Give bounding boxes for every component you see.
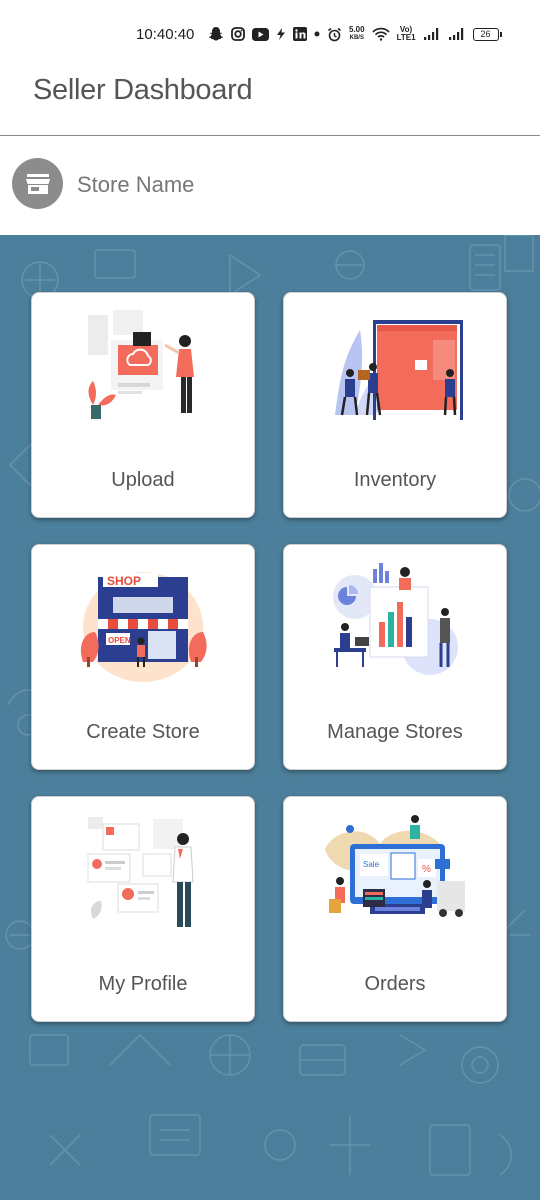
inventory-tile[interactable]: Inventory (283, 292, 507, 518)
profile-illustration (87, 817, 194, 927)
dashboard-grid: Upload Inventory SHOP OPEN Create Store … (0, 235, 540, 1200)
create-store-tile[interactable]: SHOP OPEN Create Store (31, 544, 255, 770)
open-sign-text: OPEN (108, 636, 131, 645)
wifi-icon (371, 27, 390, 41)
status-bar: 10:40:40 5.00 KB/S Vo) LTE1 26 (0, 0, 540, 60)
orders-illustration: Sale % (325, 815, 465, 917)
upload-illustration (88, 310, 194, 419)
shop-sign-text: SHOP (107, 574, 141, 588)
signal-icon (448, 28, 463, 40)
my-profile-tile[interactable]: My Profile (31, 796, 255, 1022)
orders-tile[interactable]: Sale % Orders (283, 796, 507, 1022)
upload-tile[interactable]: Upload (31, 292, 255, 518)
youtube-icon (252, 27, 269, 41)
store-header[interactable]: Store Name (0, 136, 540, 235)
alarm-icon (328, 27, 341, 41)
dot-icon (314, 31, 320, 37)
net-speed-value: 5.00 (349, 25, 365, 34)
create-store-label: Create Store (86, 721, 200, 743)
sale-tag-text: Sale (363, 860, 380, 869)
volte-bottom: LTE1 (396, 33, 416, 42)
analytics-illustration (333, 563, 458, 675)
snapchat-icon (209, 27, 223, 41)
bolt-icon (277, 28, 285, 40)
linkedin-icon (293, 27, 307, 41)
my-profile-label: My Profile (98, 973, 188, 995)
net-speed: 5.00 KB/S (349, 26, 365, 42)
instagram-icon (231, 27, 245, 41)
inventory-illustration (335, 320, 463, 420)
status-icons: 5.00 KB/S Vo) LTE1 26 (208, 24, 502, 44)
store-name: Store Name (77, 172, 195, 197)
avatar[interactable] (12, 158, 63, 209)
status-time: 10:40:40 (136, 26, 195, 43)
volte-indicator: Vo) LTE1 (397, 26, 416, 42)
storefront-icon (25, 173, 50, 194)
manage-stores-tile[interactable]: Manage Stores (283, 544, 507, 770)
orders-label: Orders (364, 973, 426, 995)
shop-illustration: SHOP OPEN (80, 572, 207, 682)
manage-stores-label: Manage Stores (327, 721, 463, 743)
battery-icon: 26 (472, 27, 502, 41)
app-bar: Seller Dashboard (0, 60, 540, 136)
net-speed-unit: KB/S (349, 35, 364, 41)
upload-label: Upload (111, 469, 175, 491)
percent-text: % (422, 864, 431, 875)
inventory-label: Inventory (353, 469, 437, 491)
signal-icon (423, 28, 438, 40)
page-title: Seller Dashboard (33, 74, 253, 106)
